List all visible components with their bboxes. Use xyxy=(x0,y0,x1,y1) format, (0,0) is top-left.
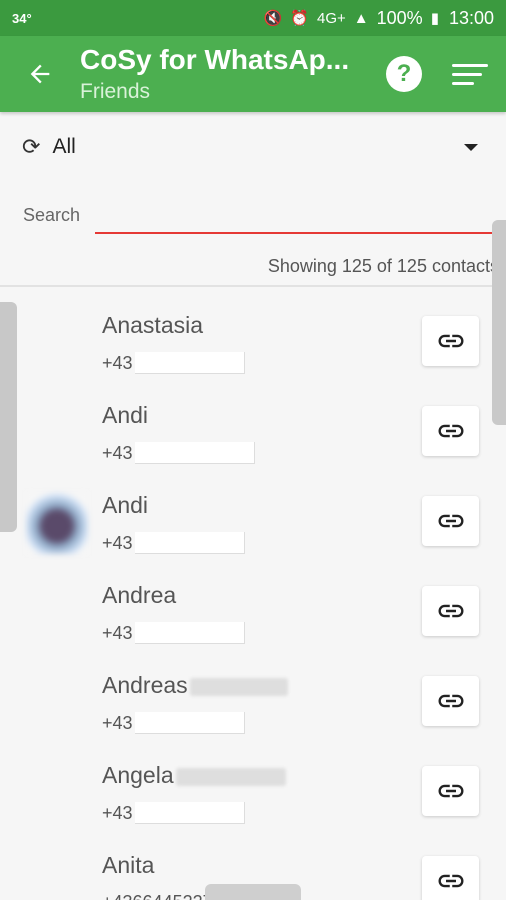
back-arrow-icon[interactable] xyxy=(0,60,80,88)
phone-prefix: +43 xyxy=(102,712,133,733)
contact-name: Andrea xyxy=(102,582,177,608)
search-underline xyxy=(95,232,500,234)
link-icon xyxy=(438,694,463,708)
contact-name: Anastasia xyxy=(102,312,204,338)
contact-name: Angela xyxy=(102,762,286,789)
link-icon xyxy=(438,424,463,438)
link-icon xyxy=(438,784,463,798)
avatar xyxy=(26,492,88,554)
contact-list[interactable]: Anastasia +43 Andi +43 Andi +43 Andrea +… xyxy=(0,288,506,900)
redacted-number xyxy=(134,442,255,464)
divider xyxy=(0,285,506,287)
app-bar: CoSy for WhatsAp... Friends ? xyxy=(0,36,506,112)
link-button[interactable] xyxy=(422,766,479,816)
redacted-number xyxy=(134,712,245,734)
phone-prefix: +43 xyxy=(102,352,133,373)
contact-first-name: Andreas xyxy=(102,672,188,698)
phone-prefix: +43 xyxy=(102,442,133,463)
dropdown-caret-icon xyxy=(464,144,478,151)
link-icon xyxy=(438,874,463,888)
redacted-number xyxy=(134,622,245,644)
app-subtitle: Friends xyxy=(80,80,151,103)
filter-dropdown[interactable]: ⟳ All xyxy=(0,112,506,182)
app-title: CoSy for WhatsAp... xyxy=(80,44,350,75)
signal-icon: ▲ xyxy=(353,9,369,27)
contact-row[interactable]: Andrea +43 xyxy=(0,558,506,648)
link-button[interactable] xyxy=(422,856,479,900)
contact-phone: +43 xyxy=(102,622,245,644)
contact-phone: +43 xyxy=(102,352,245,374)
filter-selected-value: All xyxy=(52,135,76,158)
left-scrollbar[interactable] xyxy=(0,302,17,532)
contact-phone: +43 xyxy=(102,712,245,734)
contact-name: Andi xyxy=(102,492,149,518)
app-title-block: CoSy for WhatsAp... Friends xyxy=(80,44,386,104)
link-icon xyxy=(438,514,463,528)
search-label: Search xyxy=(23,205,81,225)
contact-phone: +43 xyxy=(102,802,245,824)
contact-name: Anita xyxy=(102,852,155,878)
contact-row[interactable]: Andreas +43 xyxy=(0,648,506,738)
redacted-number xyxy=(134,802,245,824)
status-bar: 34° 🔇 ⏰ 4G+ ▲ 100% ▮ 13:00 xyxy=(0,0,506,36)
phone-prefix: +43 xyxy=(102,532,133,553)
status-icons: 🔇 ⏰ 4G+ ▲ 100% ▮ 13:00 xyxy=(264,8,494,29)
sync-icon: ⟳ xyxy=(22,134,41,159)
link-button[interactable] xyxy=(422,586,479,636)
alarm-icon: ⏰ xyxy=(290,10,309,27)
redacted-number xyxy=(134,352,245,374)
contact-row[interactable]: Andi +43 xyxy=(0,468,506,558)
phone-prefix: +43 xyxy=(102,802,133,823)
link-icon xyxy=(438,334,463,348)
battery-percent: 100% xyxy=(376,7,423,28)
contact-first-name: Angela xyxy=(102,762,174,788)
contact-phone: +43 xyxy=(102,442,255,464)
phone-prefix: +43 xyxy=(102,622,133,643)
contact-name: Andreas xyxy=(102,672,288,699)
link-button[interactable] xyxy=(422,316,479,366)
clock: 13:00 xyxy=(448,7,494,28)
contact-row[interactable]: Angela +43 xyxy=(0,738,506,828)
network-label: 4G+ xyxy=(317,9,346,27)
link-icon xyxy=(438,604,463,618)
redacted-surname xyxy=(175,767,286,786)
contact-row[interactable]: Andi +43 xyxy=(0,378,506,468)
link-button[interactable] xyxy=(422,676,479,726)
contact-phone: +43 xyxy=(102,532,245,554)
temperature-label: 34° xyxy=(12,10,32,26)
contact-name: Andi xyxy=(102,402,149,428)
redacted-number xyxy=(134,532,245,554)
mute-icon: 🔇 xyxy=(263,10,283,27)
contact-row[interactable]: Anastasia +43 xyxy=(0,288,506,378)
search-input[interactable] xyxy=(95,200,500,232)
link-button[interactable] xyxy=(422,406,479,456)
redacted-surname xyxy=(189,677,288,696)
contact-count: Showing 125 of 125 contacts xyxy=(267,256,499,276)
right-scrollbar[interactable] xyxy=(492,220,506,425)
bottom-scroll-handle[interactable] xyxy=(205,884,301,900)
battery-icon: ▮ xyxy=(430,10,439,27)
help-icon[interactable]: ? xyxy=(386,56,422,92)
sort-icon[interactable] xyxy=(452,63,488,85)
link-button[interactable] xyxy=(422,496,479,546)
